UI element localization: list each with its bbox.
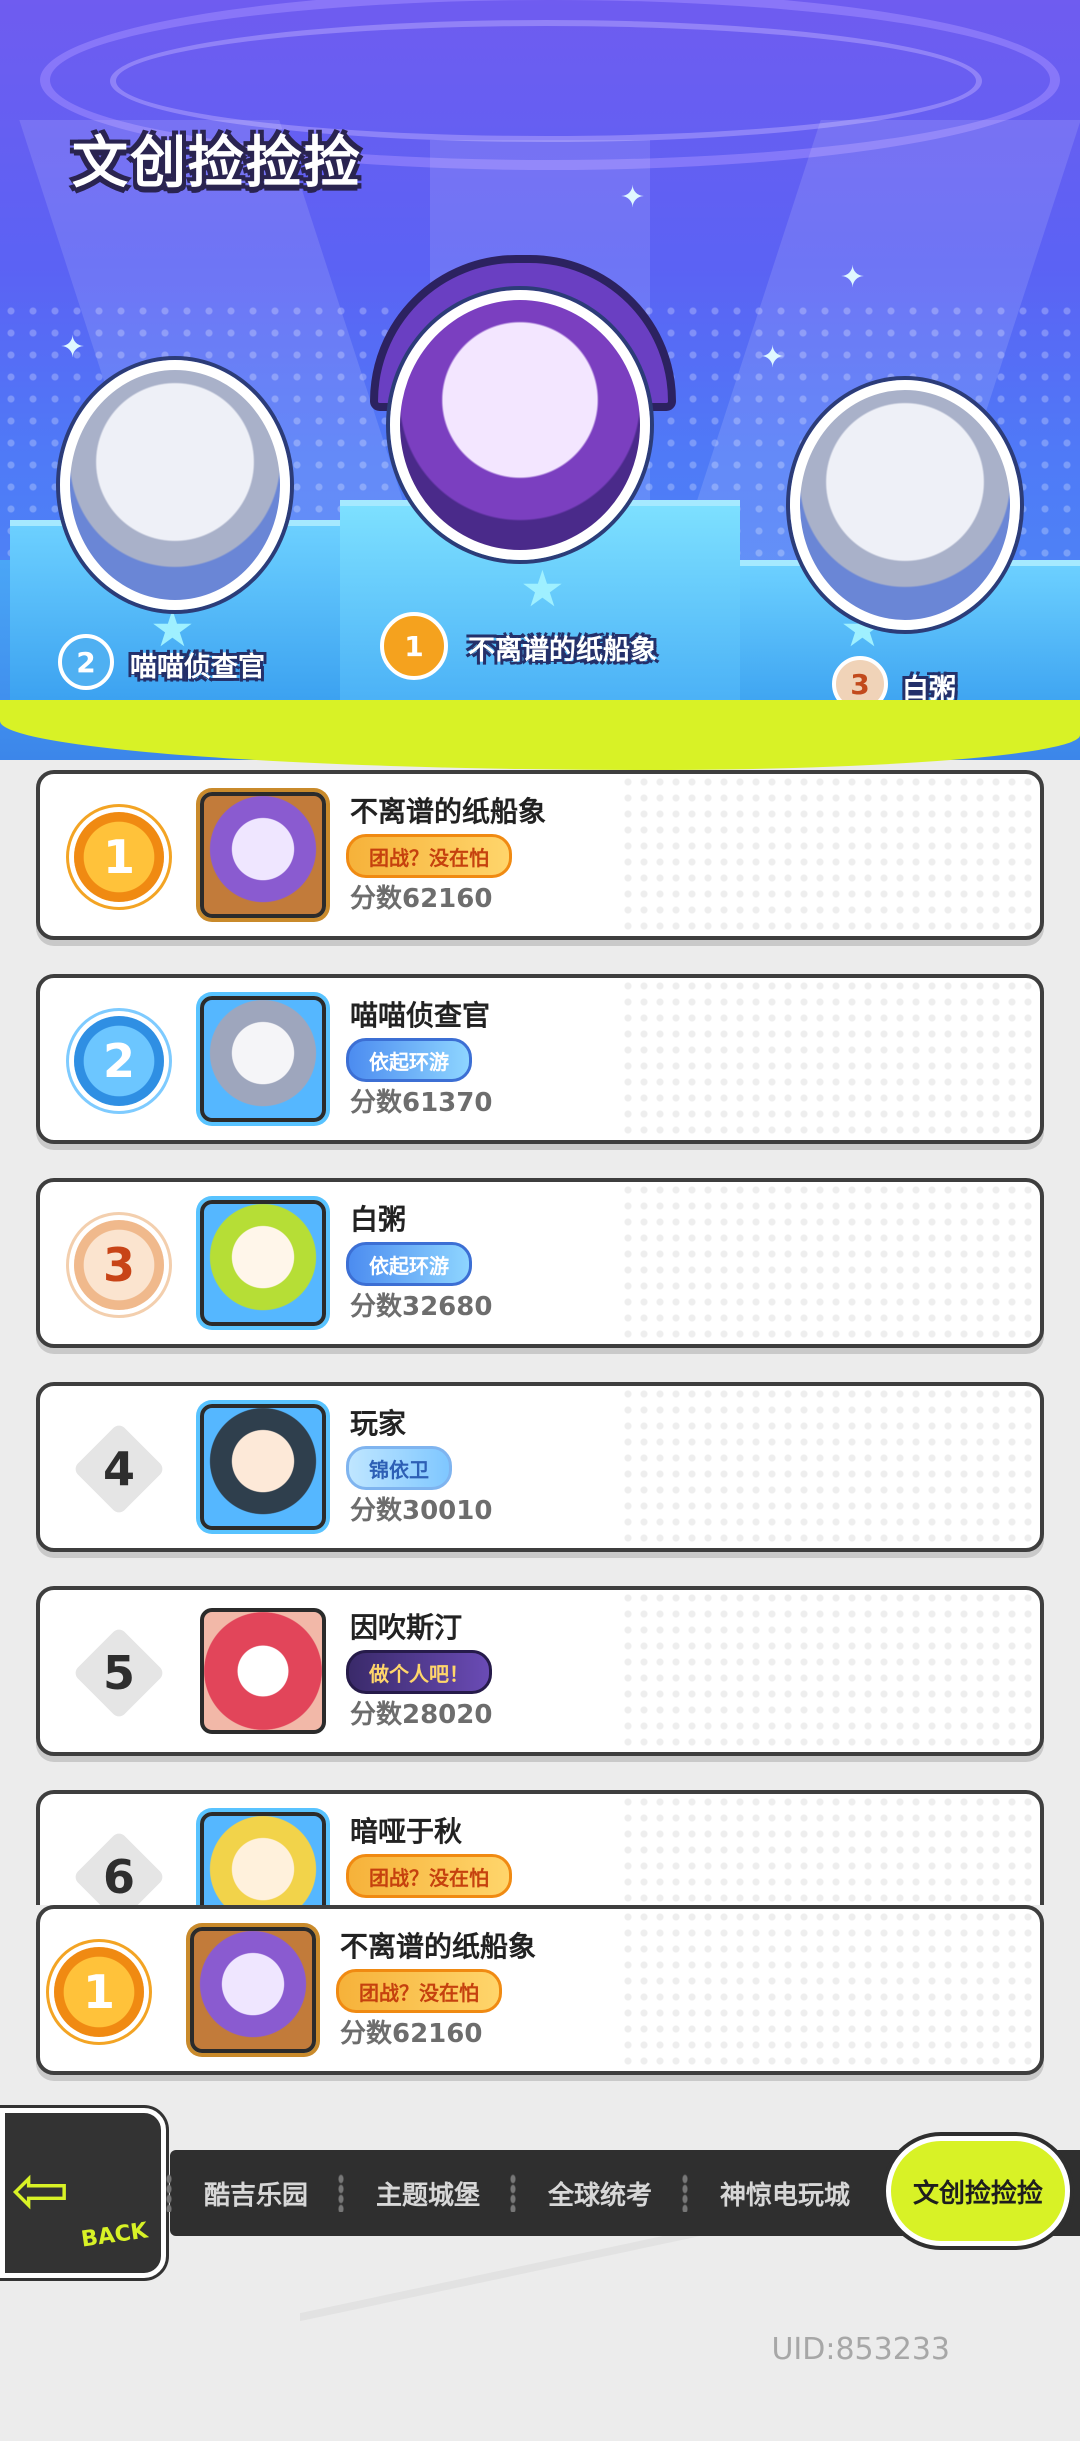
leaderboard-row[interactable]: 2 喵喵侦查官 依起环游 分数61370 <box>36 974 1044 1144</box>
user-id-label: UID:853233 <box>771 2332 950 2367</box>
player-name: 因吹斯汀 <box>350 1611 463 1644</box>
category-tabbar: 酷吉乐园 主题城堡 全球统考 神惊电玩城 文创捡捡捡 <box>166 2136 1080 2246</box>
player-score: 分数32680 <box>350 1292 493 1322</box>
player-avatar[interactable] <box>200 1812 326 1905</box>
podium-avatar-3[interactable] <box>790 380 1020 630</box>
back-arrow-icon: ⇦ <box>11 2149 70 2231</box>
rank-number: 6 <box>74 1832 164 1905</box>
podium-name-2: 喵喵侦查官 <box>130 652 265 683</box>
player-avatar[interactable] <box>200 1200 326 1326</box>
sparkle-icon: ✦ <box>620 180 646 215</box>
tab-wenchuang-active[interactable]: 文创捡捡捡 <box>886 2136 1070 2246</box>
player-name: 白粥 <box>350 1203 407 1236</box>
star-icon: ★ <box>520 560 565 618</box>
player-score: 分数62160 <box>340 2019 483 2049</box>
player-name: 暗哑于秋 <box>350 1815 463 1848</box>
player-avatar[interactable] <box>190 1927 316 2053</box>
tab-theme-castle[interactable]: 主题城堡 <box>338 2150 514 2236</box>
leaderboard-row[interactable]: 3 白粥 依起环游 分数32680 <box>36 1178 1044 1348</box>
rank-medal-icon: 2 <box>74 1016 164 1106</box>
podium-avatar-2[interactable] <box>60 360 290 610</box>
leaderboard-row[interactable]: 5 因吹斯汀 做个人吧！ 分数28020 <box>36 1586 1044 1756</box>
player-avatar[interactable] <box>200 1404 326 1530</box>
rank-medal-icon: 1 <box>74 812 164 902</box>
player-score: 分数61370 <box>350 1088 493 1118</box>
rank-medal-icon: 3 <box>74 1220 164 1310</box>
podium-avatar-1[interactable] <box>390 290 650 560</box>
player-name: 不离谱的纸船象 <box>350 795 547 828</box>
leaderboard-list[interactable]: 1 不离谱的纸船象 团战？没在怕 分数62160 2 喵喵侦查官 依起环游 分数… <box>36 770 1048 1905</box>
podium-name-1: 不离谱的纸船象 <box>468 635 657 666</box>
title-badge: 团战？没在怕 <box>346 834 512 878</box>
podium-banner: ✦ ✦ ✦ ✦ ★ ★ ★ 文创捡捡捡 2 喵喵侦查官 1 不离谱的纸船象 3 … <box>0 0 1080 760</box>
title-badge: 做个人吧！ <box>346 1650 492 1694</box>
leaderboard-row[interactable]: 1 不离谱的纸船象 团战？没在怕 分数62160 <box>36 770 1044 940</box>
title-badge: 团战？没在怕 <box>346 1854 512 1898</box>
title-badge: 团战？没在怕 <box>336 1969 502 2013</box>
player-avatar[interactable] <box>200 1608 326 1734</box>
page-title: 文创捡捡捡 <box>72 131 362 196</box>
sparkle-icon: ✦ <box>60 330 86 365</box>
player-score: 分数30010 <box>350 1496 493 1526</box>
leaderboard-row[interactable]: 4 玩家 锦依卫 分数30010 <box>36 1382 1044 1552</box>
player-score: 分数62160 <box>350 884 493 914</box>
back-button[interactable]: ⇦ BACK <box>0 2108 166 2278</box>
leaderboard-row[interactable]: 6 暗哑于秋 团战？没在怕 <box>36 1790 1044 1905</box>
player-avatar[interactable] <box>200 996 326 1122</box>
player-avatar[interactable] <box>200 792 326 918</box>
player-name: 玩家 <box>350 1407 407 1440</box>
rank-number: 4 <box>74 1424 164 1514</box>
tab-arcade-city[interactable]: 神惊电玩城 <box>682 2150 884 2236</box>
podium-rank-badge-1: 1 <box>380 612 448 680</box>
background-decoration <box>300 2206 800 2441</box>
title-badge: 锦依卫 <box>346 1446 452 1490</box>
rank-number: 5 <box>74 1628 164 1718</box>
podium-rank-badge-2: 2 <box>58 634 114 690</box>
player-name: 喵喵侦查官 <box>350 999 491 1032</box>
back-label: BACK <box>79 2218 150 2253</box>
rank-medal-icon: 1 <box>54 1947 144 2037</box>
title-badge: 依起环游 <box>346 1242 472 1286</box>
title-badge: 依起环游 <box>346 1038 472 1082</box>
tab-global-exam[interactable]: 全球统考 <box>510 2150 686 2236</box>
tab-kuji-park[interactable]: 酷吉乐园 <box>166 2150 342 2236</box>
sparkle-icon: ✦ <box>760 340 786 375</box>
my-rank-row[interactable]: 1 不离谱的纸船象 团战？没在怕 分数62160 <box>36 1905 1044 2075</box>
player-score: 分数28020 <box>350 1700 493 1730</box>
player-name: 不离谱的纸船象 <box>340 1930 537 1963</box>
sparkle-icon: ✦ <box>840 260 866 295</box>
